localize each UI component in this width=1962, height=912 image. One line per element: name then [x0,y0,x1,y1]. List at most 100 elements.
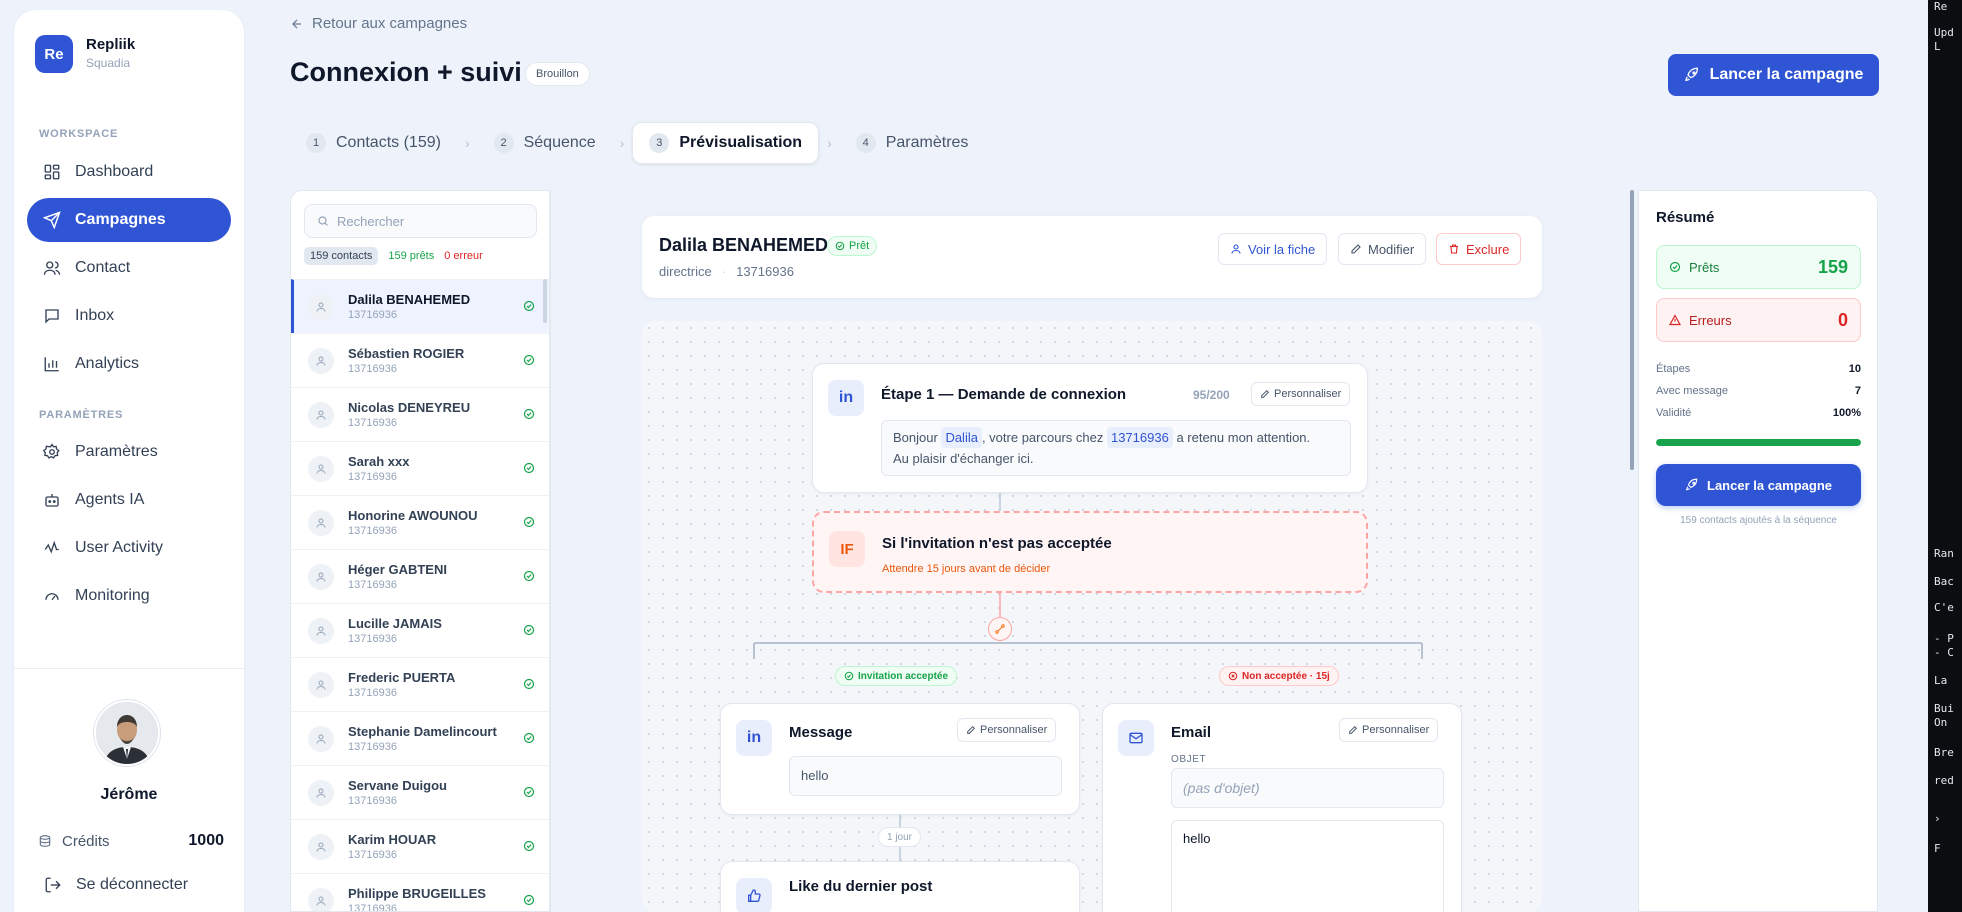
row-label: Étapes [1656,363,1691,375]
nav-item-user-activity[interactable]: User Activity [27,526,231,570]
stepper: 1 Contacts (159) › 2 Séquence › 3 Prévis… [290,122,984,164]
logout-button[interactable]: Se déconnecter [44,876,188,894]
nav-item-dashboard[interactable]: Dashboard [27,150,231,194]
step-sequence[interactable]: 2 Séquence [478,122,612,164]
contact-name: Héger GABTENI [348,562,447,577]
pencil-icon [1351,244,1361,254]
ready-label: Prêts [1689,259,1720,275]
terminal-line: - P [1934,632,1954,645]
step-settings[interactable]: 4 Paramètres [840,122,985,164]
user-icon [308,833,334,860]
contact-list-item[interactable]: Héger GABTENI 13716936 [291,549,549,603]
contact-info: Sébastien ROGIER 13716936 [348,346,464,375]
errors-label: Erreurs [1689,312,1732,328]
contact-list-item[interactable]: Frederic PUERTA 13716936 [291,657,549,711]
contact-list-item[interactable]: Servane Duigou 13716936 [291,765,549,819]
email-title: Email [1171,724,1212,741]
preview-scrollbar[interactable] [1630,190,1634,470]
row-value: 7 [1854,385,1861,397]
user-icon [308,671,334,698]
customize-button[interactable]: Personnaliser [957,718,1057,742]
launch-campaign-button[interactable]: Lancer la campagne [1668,54,1879,96]
check-circle-icon [523,732,535,744]
contacts-panel: Rechercher 159 contacts 159 prêts 0 erre… [290,190,550,912]
like-node[interactable]: Like du dernier post [720,861,1080,912]
contact-name: Sarah xxx [348,454,410,469]
launch-campaign-button-secondary[interactable]: Lancer la campagne [1656,464,1861,506]
message-node[interactable]: in Message Personnaliser hello [720,703,1080,815]
activity-icon [44,540,59,554]
contact-list-scrollbar[interactable] [543,279,547,323]
contact-id: 13716936 [348,903,397,912]
user-icon [308,401,334,428]
nav-item-contact[interactable]: Contact [27,246,231,290]
condition-subtitle: Attendre 15 jours avant de décider [882,563,1051,575]
nav-item-analytics[interactable]: Analytics [27,342,231,386]
contact-name: Servane Duigou [348,778,447,793]
contact-list-item[interactable]: Sébastien ROGIER 13716936 [291,333,549,387]
mail-icon [1118,720,1154,756]
contact-list-item[interactable]: Stephanie Damelincourt 13716936 [291,711,549,765]
contact-list-item[interactable]: Dalila BENAHEMED 13716936 [291,279,549,333]
nav-item-agents-ia[interactable]: Agents IA [27,478,231,522]
terminal-line: red [1934,774,1954,787]
contact-info: Dalila BENAHEMED 13716936 [348,292,470,321]
user-icon [308,293,334,320]
summary-note: 159 contacts ajoutés à la séquence [1680,515,1837,526]
contact-card: Dalila BENAHEMED Prêt directrice · 13716… [642,216,1542,298]
step-number: 1 [306,133,326,153]
grid-icon [44,164,60,180]
contact-list-item[interactable]: Karim HOUAR 13716936 [291,819,549,873]
logout-icon [45,877,61,893]
condition-node[interactable]: IF Si l'invitation n'est pas acceptée At… [812,511,1368,593]
nav-item-campagnes[interactable]: Campagnes [27,198,231,242]
progress-fill [1656,439,1861,446]
contact-list-item[interactable]: Nicolas DENEYREU 13716936 [291,387,549,441]
ready-value: 159 [1817,256,1848,277]
status-label: Prêt [849,240,870,252]
arrow-left-icon [292,19,302,28]
check-circle-icon [835,241,845,251]
search-input[interactable]: Rechercher [304,204,537,238]
contact-id: 13716936 [348,579,397,591]
page-title: Connexion + suivi [290,57,522,87]
terminal-line: La [1934,674,1948,687]
linkedin-icon: in [736,720,772,756]
customize-button[interactable]: Personnaliser [1251,382,1351,406]
gauge-icon [45,593,59,601]
nav-label: Paramètres [75,443,158,460]
check-circle-icon [523,300,535,312]
pencil-icon [1261,389,1270,398]
contact-name: Karim HOUAR [348,832,437,847]
user-icon [308,509,334,536]
back-to-campaigns-link[interactable]: Retour aux campagnes [290,15,467,32]
step-contacts[interactable]: 1 Contacts (159) [290,122,457,164]
nav-item-inbox[interactable]: Inbox [27,294,231,338]
avatar[interactable] [94,700,160,766]
customize-label: Personnaliser [1362,724,1430,736]
nav-item-monitoring[interactable]: Monitoring [27,574,231,618]
view-profile-button[interactable]: Voir la fiche [1218,233,1328,265]
terminal-line: Upd [1934,26,1954,39]
terminal-window-fragment[interactable]: Re Upd L Ran Bac C'e - P- C La Bui On Bre red › F [1928,0,1962,912]
contact-list-item[interactable]: Honorine AWOUNOU 13716936 [291,495,549,549]
edit-button[interactable]: Modifier [1338,233,1427,265]
contact-list-item[interactable]: Philippe BRUGEILLES 13716936 [291,873,549,912]
contact-list-item[interactable]: Lucille JAMAIS 13716936 [291,603,549,657]
step-label: Contacts (159) [336,134,441,151]
user-icon [308,887,334,911]
customize-label: Personnaliser [1274,388,1342,400]
bar-chart-icon [44,357,59,372]
contact-list-item[interactable]: Sarah xxx 13716936 [291,441,549,495]
nav-item-parametres[interactable]: Paramètres [27,430,231,474]
user-name: Jérôme [100,786,158,803]
step1-connection-node[interactable]: in Étape 1 — Demande de connexion 95/200… [812,363,1368,493]
step-preview[interactable]: 3 Prévisualisation [632,122,820,164]
email-node[interactable]: Email Personnaliser OBJET (pas d'objet) … [1102,703,1462,912]
customize-button[interactable]: Personnaliser [1339,718,1439,742]
summary-row-validity: Validité 100% [1656,407,1861,419]
count-total: 159 contacts [304,247,379,265]
coins-icon [39,835,51,847]
count-error: 0 erreur [444,250,483,262]
exclude-button[interactable]: Exclure [1436,233,1522,265]
